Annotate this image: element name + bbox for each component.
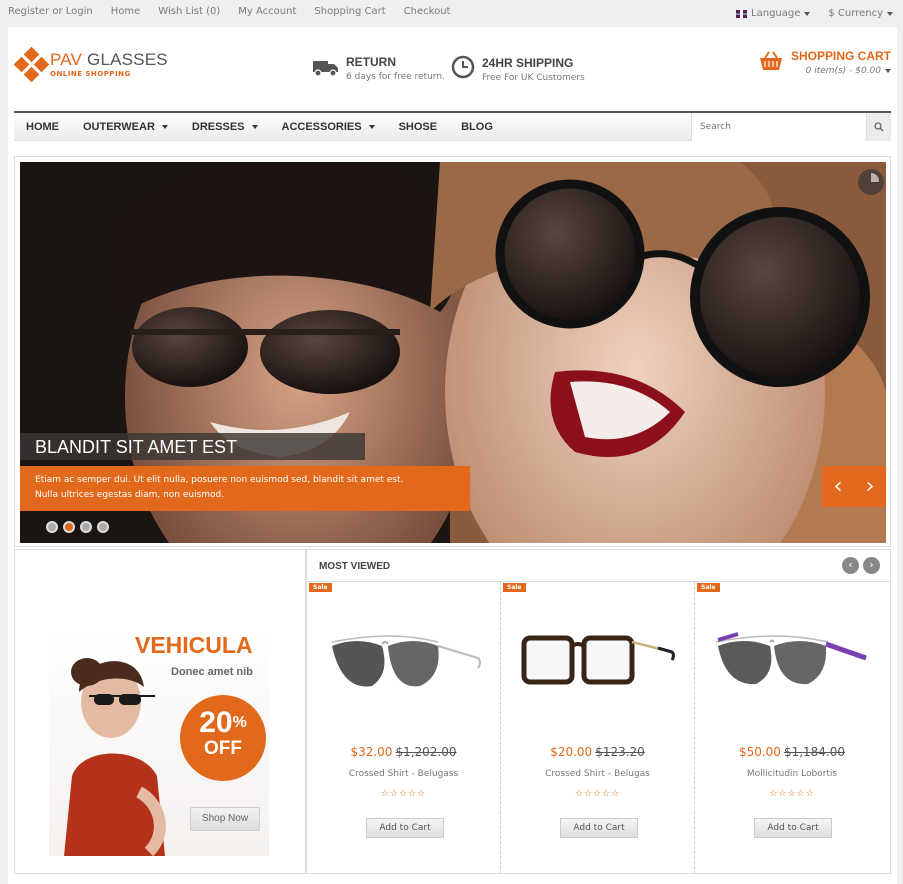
rating-stars-icon: ☆☆☆☆☆ <box>574 789 621 799</box>
basket-icon <box>759 51 783 76</box>
search-button[interactable] <box>866 113 891 141</box>
add-to-cart-button[interactable]: Add to Cart <box>366 818 444 838</box>
feature-return: RETURN 6 days for free return. <box>313 55 445 82</box>
logo[interactable]: PAV GLASSES ONLINE SHOPPING <box>13 46 168 83</box>
slide-description: Etiam ac semper dui. Ut elit nulla, posu… <box>20 466 470 511</box>
feature-subtitle: Free For UK Customers <box>482 72 585 83</box>
shopping-cart-link[interactable]: Shopping Cart <box>314 6 385 17</box>
discount-badge: 20% OFF <box>180 695 266 781</box>
logo-tagline: ONLINE SHOPPING <box>50 69 131 78</box>
top-links: Register or Login Home Wish List (0) My … <box>8 6 468 17</box>
slide-image: BLANDIT SIT AMET EST Etiam ac semper dui… <box>20 162 886 543</box>
carousel-nav: ‹ › <box>838 557 880 574</box>
purple-aviator-sunglasses-icon <box>715 632 867 685</box>
cart-title: SHOPPING CART <box>790 49 891 63</box>
nav-item-outerwear[interactable]: OUTERWEAR <box>71 121 180 133</box>
home-link[interactable]: Home <box>111 6 141 17</box>
carousel-next-button[interactable]: › <box>863 557 880 574</box>
top-bar: Register or Login Home Wish List (0) My … <box>0 0 903 27</box>
product-card: Sale $20.00 $123.20 Crossed Shirt - Belug… <box>501 582 695 874</box>
language-dropdown[interactable]: Language <box>736 8 811 19</box>
slider-bullets <box>46 521 114 533</box>
clock-icon <box>451 55 475 83</box>
checkout-link[interactable]: Checkout <box>404 6 451 17</box>
nav-item-blog[interactable]: BLOG <box>449 121 505 133</box>
nav-item-shose[interactable]: SHOSE <box>387 121 450 133</box>
mini-cart[interactable]: SHOPPING CART 0 item(s) - $0.00 <box>759 49 891 76</box>
register-login-link[interactable]: Register or Login <box>8 6 93 17</box>
slider-next-button[interactable]: › <box>866 474 875 499</box>
page-container: PAV GLASSES ONLINE SHOPPING RETURN 6 day… <box>8 27 897 884</box>
logo-diamond-icon <box>13 46 50 83</box>
promo-subline: Donec amet nib <box>171 666 253 678</box>
truck-icon <box>313 57 339 81</box>
most-viewed-section: MOST VIEWED ‹ › Sale $32.00 $1,202.00 Cr… <box>306 549 891 874</box>
slider-bullet-active[interactable] <box>63 521 75 533</box>
product-name[interactable]: Crossed Shirt - Belugass <box>307 769 500 779</box>
feature-title: 24HR SHIPPING <box>482 55 574 70</box>
slider-bullet[interactable] <box>80 521 92 533</box>
chevron-down-icon <box>368 125 375 129</box>
chevron-down-icon <box>885 69 891 73</box>
sale-badge: Sale <box>309 583 332 592</box>
eyeglasses-icon <box>521 635 675 685</box>
nav-item-dresses[interactable]: DRESSES <box>180 121 270 133</box>
main-nav: HOME OUTERWEAR DRESSES ACCESSORIES SHOSE… <box>14 111 891 141</box>
language-label: Language <box>751 8 801 19</box>
sale-badge: Sale <box>697 583 720 592</box>
slider-bullet[interactable] <box>97 521 109 533</box>
currency-label: $ Currency <box>828 8 883 19</box>
slider-prev-button[interactable]: ‹ <box>834 474 843 499</box>
section-title: MOST VIEWED <box>319 561 391 572</box>
nav-item-accessories[interactable]: ACCESSORIES <box>270 121 387 133</box>
search-input[interactable] <box>692 113 866 141</box>
chevron-down-icon <box>251 125 258 129</box>
add-to-cart-button[interactable]: Add to Cart <box>560 818 638 838</box>
slider-timer-icon <box>858 169 884 195</box>
sale-badge: Sale <box>503 583 526 592</box>
chevron-down-icon <box>161 125 168 129</box>
cart-summary: 0 item(s) - $0.00 <box>791 66 891 76</box>
search-box <box>691 113 891 141</box>
chevron-down-icon <box>887 11 893 16</box>
slide-title: BLANDIT SIT AMET EST <box>20 433 365 460</box>
product-image[interactable] <box>513 600 683 728</box>
nav-item-home[interactable]: HOME <box>14 121 71 133</box>
add-to-cart-button[interactable]: Add to Cart <box>754 818 832 838</box>
promo-banner[interactable]: VEHICULA Donec amet nib 20% OFF Shop Now <box>14 549 306 874</box>
hero-slider: BLANDIT SIT AMET EST Etiam ac semper dui… <box>14 156 891 547</box>
shop-now-button[interactable]: Shop Now <box>190 807 260 831</box>
slider-bullet[interactable] <box>46 521 58 533</box>
product-name[interactable]: Crossed Shirt - Belugas <box>501 769 694 779</box>
promo-headline: VEHICULA <box>135 632 253 658</box>
top-dropdowns: Language $ Currency <box>718 8 893 19</box>
rating-stars-icon: ☆☆☆☆☆ <box>769 789 815 799</box>
rating-stars-icon: ☆☆☆☆☆ <box>380 789 427 799</box>
slider-arrows: ‹ › <box>822 466 886 507</box>
product-name[interactable]: Mollicitudin Lobortis <box>695 769 889 779</box>
product-card: Sale $32.00 $1,202.00 Crossed Shirt - Bel… <box>307 582 501 874</box>
product-image[interactable] <box>319 600 489 728</box>
product-price: $20.00 $123.20 <box>550 745 645 759</box>
feature-shipping: 24HR SHIPPING Free For UK Customers <box>451 55 585 83</box>
feature-title: RETURN <box>346 55 396 69</box>
product-price: $32.00 $1,202.00 <box>350 745 457 759</box>
product-price: $50.00 $1,184.00 <box>738 745 846 759</box>
product-image[interactable] <box>707 600 877 728</box>
currency-dropdown[interactable]: $ Currency <box>828 8 893 19</box>
wishlist-link[interactable]: Wish List (0) <box>158 6 220 17</box>
uk-flag-icon <box>736 9 748 18</box>
logo-name: PAV GLASSES <box>50 49 168 69</box>
feature-subtitle: 6 days for free return. <box>346 72 445 82</box>
carousel-prev-button[interactable]: ‹ <box>842 557 859 574</box>
my-account-link[interactable]: My Account <box>238 6 296 17</box>
chevron-down-icon <box>804 11 811 16</box>
search-icon <box>874 122 884 132</box>
product-card: Sale $50.00 $1,184.00 Mollicitudin Lobort… <box>695 582 889 874</box>
aviator-sunglasses-icon <box>331 635 481 687</box>
